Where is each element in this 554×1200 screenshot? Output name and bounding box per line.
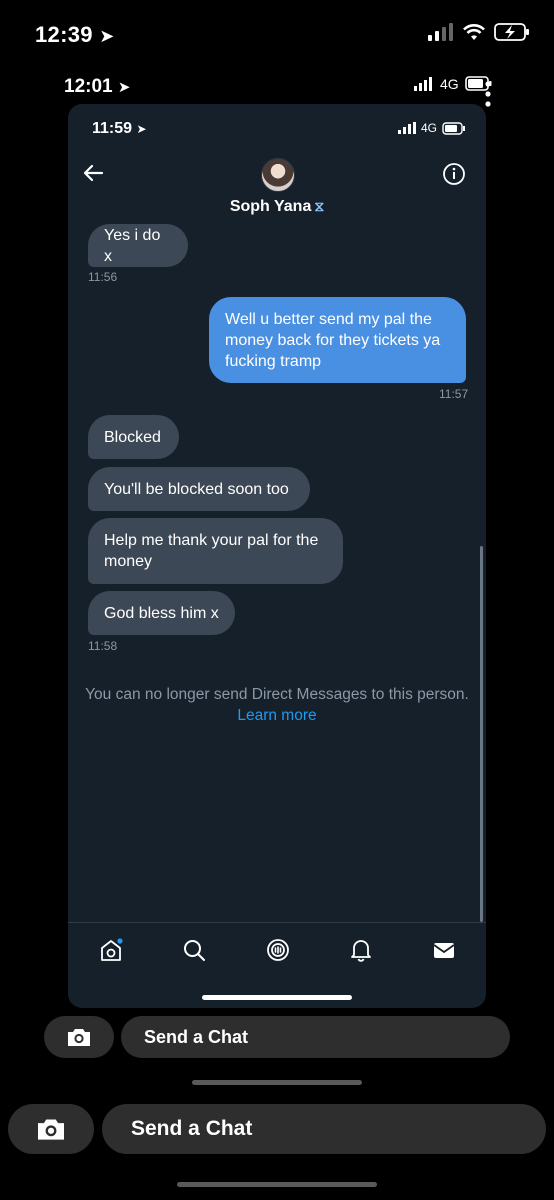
message-bubble-incoming[interactable]: You'll be blocked soon too [88,467,310,511]
message-bubble-incoming[interactable]: Yes i do x [88,224,188,267]
network-type: 4G [440,76,459,92]
twitter-dm-screenshot: 11:59 ➤ 4G Soph Yana ⧖ Yes i do x 11:56 W… [68,104,486,1008]
twitter-status-time: 11:59 ➤ [92,120,147,137]
camera-button[interactable] [8,1104,94,1154]
message-bubble-incoming[interactable]: Blocked [88,415,179,459]
location-arrow-icon: ➤ [99,26,115,46]
inner-status-indicators: 4G [414,76,493,92]
learn-more-link[interactable]: Learn more [68,705,486,726]
location-arrow-icon: ➤ [136,122,147,136]
messages-envelope-icon[interactable] [431,937,457,963]
wifi-icon [463,24,485,40]
spaces-icon[interactable] [265,937,291,963]
signal-icon [414,77,432,91]
contact-avatar[interactable] [261,158,295,192]
contact-name[interactable]: Soph Yana ⧖ [68,198,486,216]
butterfly-emoji-icon: ⧖ [314,198,325,214]
bottom-tab-bar [68,922,486,977]
camera-icon [38,1119,64,1140]
message-bubble-outgoing[interactable]: Well u better send my pal the money back… [209,297,466,383]
battery-icon [442,121,466,135]
search-icon[interactable] [181,937,207,963]
more-dots-icon[interactable] [484,80,492,108]
inner-status-time: 12:01 ➤ [64,76,131,97]
send-chat-input[interactable]: Send a Chat [121,1016,510,1058]
signal-icon [398,122,416,134]
notifications-bell-icon[interactable] [348,937,374,963]
message-bubble-incoming[interactable]: Help me thank your pal for the money [88,518,343,584]
signal-icon [428,23,453,41]
blocked-notice-text: You can no longer send Direct Messages t… [85,686,469,703]
status-time: 12:39 ➤ [35,22,115,47]
twitter-status-indicators: 4G [398,121,466,135]
message-timestamp: 11:58 [88,639,118,653]
message-timestamp: 11:57 [439,387,469,401]
location-arrow-icon: ➤ [117,79,131,96]
camera-button[interactable] [44,1016,114,1058]
send-chat-input[interactable]: Send a Chat [102,1104,546,1154]
scrollbar[interactable] [480,546,483,922]
home-indicator [192,1080,362,1085]
status-indicators [428,22,530,42]
blocked-notice: You can no longer send Direct Messages t… [68,684,486,726]
home-indicator [177,1182,377,1187]
camera-icon [68,1029,90,1046]
home-indicator [202,995,352,1000]
message-timestamp: 11:56 [88,270,118,284]
home-icon[interactable] [98,937,124,963]
info-icon[interactable] [442,162,466,186]
network-type: 4G [421,121,438,135]
message-bubble-incoming[interactable]: God bless him x [88,591,235,635]
back-arrow-icon[interactable] [82,162,104,184]
battery-charging-icon [494,23,529,41]
